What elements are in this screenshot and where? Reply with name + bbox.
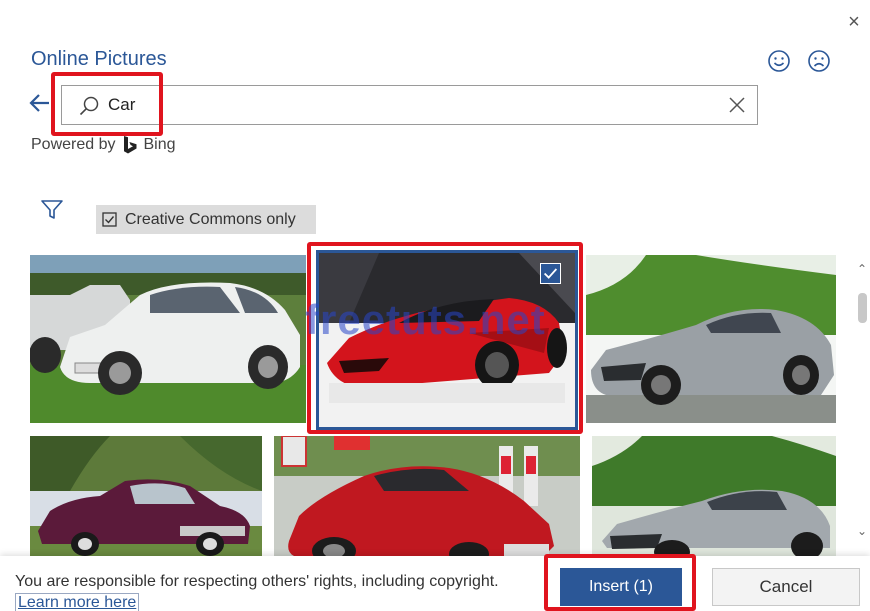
selected-checkmark-icon[interactable]	[540, 263, 561, 284]
filter-icon[interactable]	[40, 198, 64, 222]
powered-by-label: Powered by	[31, 136, 116, 153]
smiley-face-icon[interactable]	[766, 48, 792, 74]
scroll-down-arrow-icon[interactable]: ⌄	[855, 517, 869, 545]
scroll-up-arrow-icon[interactable]: ⌃	[855, 255, 869, 283]
dialog-title: Online Pictures	[31, 48, 167, 70]
rights-notice: You are responsible for respecting other…	[15, 571, 515, 611]
checkbox-checked-icon[interactable]	[102, 212, 117, 227]
back-arrow-icon[interactable]	[27, 90, 53, 116]
learn-more-link[interactable]: Learn more here	[15, 593, 140, 611]
result-image-silver-mercedes-amg-gt[interactable]	[586, 255, 836, 423]
bing-logo-icon	[122, 135, 138, 155]
rights-notice-text: You are responsible for respecting other…	[15, 573, 499, 590]
search-icon	[78, 95, 100, 117]
results-scrollbar[interactable]: ⌃ ⌄	[855, 255, 869, 545]
result-image-white-infiniti-sedan[interactable]	[30, 255, 306, 423]
creative-commons-label: Creative Commons only	[125, 210, 296, 228]
search-input[interactable]	[108, 91, 668, 119]
frown-face-icon[interactable]	[806, 48, 832, 74]
result-image-red-lamborghini-aventador[interactable]	[319, 253, 575, 427]
powered-by-bing: Powered by Bing	[31, 135, 176, 155]
result-image-red-tesla-model-s[interactable]	[274, 436, 580, 556]
clear-x-icon[interactable]	[727, 95, 747, 115]
scroll-thumb[interactable]	[858, 293, 867, 323]
result-image-silver-mercedes-amg-gt-2[interactable]	[592, 436, 836, 556]
insert-button[interactable]: Insert (1)	[560, 568, 682, 606]
cancel-button[interactable]: Cancel	[712, 568, 860, 606]
search-box[interactable]	[61, 85, 758, 125]
creative-commons-filter[interactable]: Creative Commons only	[96, 205, 316, 234]
result-image-vintage-purple-car[interactable]	[30, 436, 262, 556]
dialog-footer: You are responsible for respecting other…	[0, 556, 870, 611]
bing-provider-label: Bing	[143, 136, 176, 153]
close-dialog-button[interactable]: ×	[842, 10, 866, 34]
